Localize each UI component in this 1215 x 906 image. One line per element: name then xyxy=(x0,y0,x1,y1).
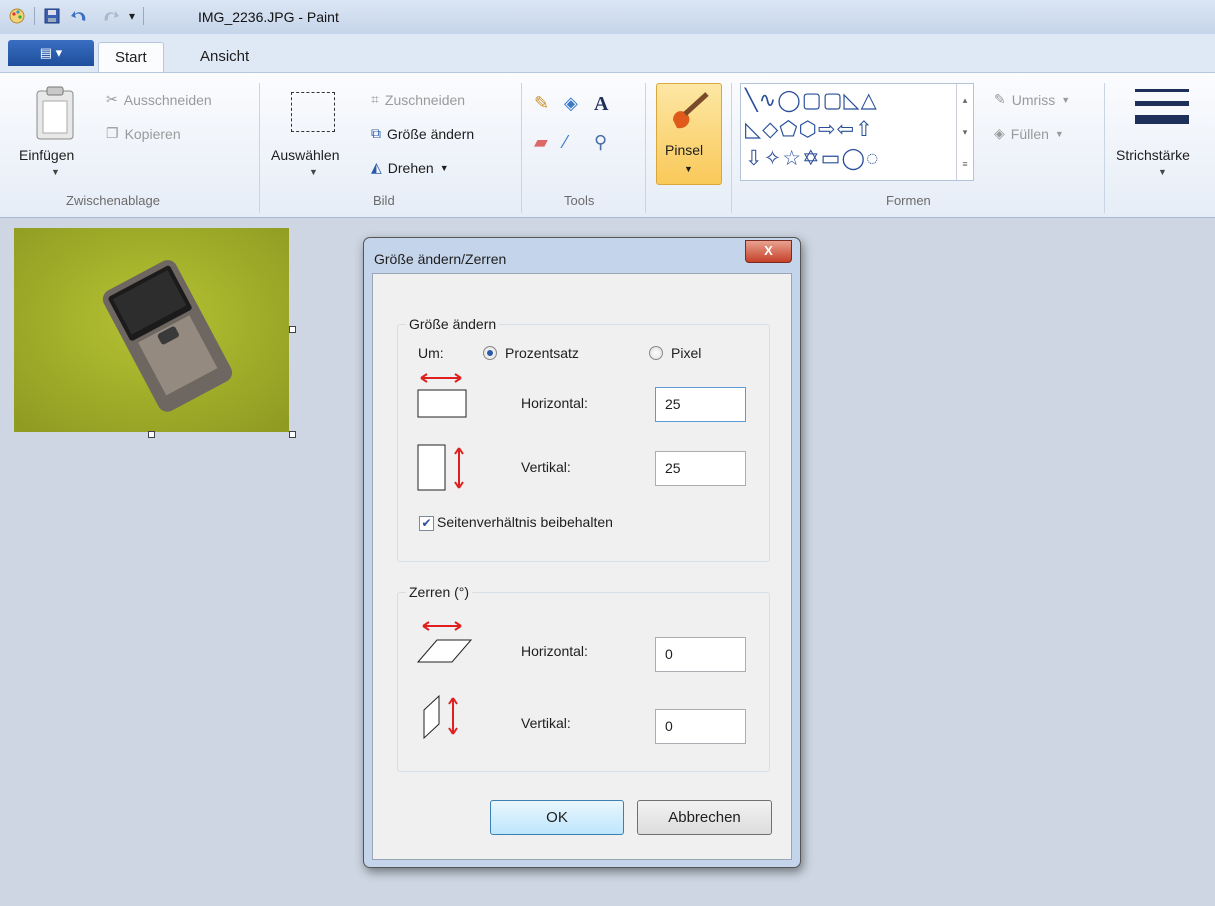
resize-horizontal-label: Horizontal: xyxy=(521,395,588,411)
outline-button[interactable]: ✎ Umriss ▼ xyxy=(994,91,1070,108)
resize-icon: ⧉ xyxy=(371,125,381,141)
resize-handle-bottom[interactable] xyxy=(148,431,155,438)
crop-icon: ⌗ xyxy=(371,91,379,107)
dialog-title: Größe ändern/Zerren xyxy=(374,251,507,267)
title-bar: ▾ IMG_2236.JPG - Paint xyxy=(0,0,1215,35)
quick-access-toolbar: ▾ xyxy=(8,7,152,25)
redo-icon[interactable] xyxy=(99,7,121,25)
group-divider xyxy=(521,83,522,213)
resize-vertical-input[interactable]: 25 xyxy=(655,451,746,486)
pencil-icon[interactable]: ✎ xyxy=(534,93,564,116)
canvas-image[interactable] xyxy=(14,228,289,432)
resize-horizontal-input[interactable]: 25 xyxy=(655,387,746,422)
outline-pen-icon: ✎ xyxy=(994,91,1006,107)
resize-skew-dialog: Größe ändern/Zerren X Größe ändern Um: P… xyxy=(363,237,801,868)
stroke-dropdown-icon[interactable]: ▼ xyxy=(1158,167,1167,177)
shape-row: ⇩✧☆✡▭◯◌ xyxy=(745,147,880,170)
app-menu-button[interactable]: ▤ ▾ xyxy=(8,40,94,66)
qat-separator xyxy=(143,7,145,25)
shapes-gallery[interactable]: ╲∿◯▢▢◺△ ◺◇⬠⬡⇨⇦⇧ ⇩✧☆✡▭◯◌ ▴ ▾ ≡ xyxy=(740,83,974,181)
group-divider xyxy=(259,83,260,213)
fill-button[interactable]: ◈ Füllen ▼ xyxy=(994,125,1064,142)
resize-button[interactable]: ⧉ Größe ändern xyxy=(371,125,474,142)
horizontal-skew-icon xyxy=(417,621,473,663)
clipboard-icon xyxy=(36,86,74,140)
dialog-body: Größe ändern Um: Prozentsatz Pixel Horiz… xyxy=(372,273,792,860)
save-icon[interactable] xyxy=(43,7,61,25)
group-label-shapes: Formen xyxy=(886,193,931,208)
vertical-skew-icon xyxy=(423,694,458,740)
skew-vertical-label: Vertikal: xyxy=(521,715,571,731)
pixel-label[interactable]: Pixel xyxy=(671,345,701,361)
group-label-tools: Tools xyxy=(564,193,595,208)
pixel-radio[interactable] xyxy=(649,346,663,360)
keep-ratio-checkbox[interactable]: ✔ xyxy=(419,516,434,531)
shapes-scrollbar[interactable]: ▴ ▾ ≡ xyxy=(956,84,973,180)
shape-row: ◺◇⬠⬡⇨⇦⇧ xyxy=(745,118,874,141)
cut-button[interactable]: ✂ Ausschneiden xyxy=(106,91,212,108)
brush-dropdown-icon: ▼ xyxy=(684,164,693,174)
ok-button[interactable]: OK xyxy=(490,800,624,835)
shape-row: ╲∿◯▢▢◺△ xyxy=(745,89,878,112)
close-button[interactable]: X xyxy=(745,240,792,263)
tab-start[interactable]: Start xyxy=(98,42,164,73)
group-label-image: Bild xyxy=(373,193,395,208)
window-title: IMG_2236.JPG - Paint xyxy=(198,9,339,25)
percent-radio[interactable] xyxy=(483,346,497,360)
select-icon xyxy=(291,92,335,132)
percent-label[interactable]: Prozentsatz xyxy=(505,345,579,361)
fill-icon: ◈ xyxy=(994,125,1005,141)
paste-dropdown-icon[interactable]: ▼ xyxy=(51,167,60,177)
brush-button[interactable]: Pinsel ▼ xyxy=(656,83,722,185)
tab-ansicht[interactable]: Ansicht xyxy=(184,42,265,72)
skew-horizontal-input[interactable]: 0 xyxy=(655,637,746,672)
rotate-icon: ◭ xyxy=(371,159,382,175)
fill-bucket-icon[interactable]: ◈ xyxy=(564,93,594,116)
undo-icon[interactable] xyxy=(69,7,91,25)
scissors-icon: ✂ xyxy=(106,91,118,107)
skew-horizontal-label: Horizontal: xyxy=(521,643,588,659)
vertical-resize-icon xyxy=(417,444,464,491)
copy-button[interactable]: ❐ Kopieren xyxy=(106,125,181,142)
resize-vertical-label: Vertikal: xyxy=(521,459,571,475)
tools-grid: ✎ ◈ A ▰ ⁄ ⚲ xyxy=(534,93,624,153)
group-label-clipboard: Zwischenablage xyxy=(66,193,160,208)
horizontal-resize-icon xyxy=(417,373,467,418)
paint-app-icon[interactable] xyxy=(8,7,26,25)
group-divider xyxy=(731,83,732,213)
resize-handle-corner[interactable] xyxy=(289,431,296,438)
select-button[interactable]: Auswählen xyxy=(271,147,340,163)
group-divider xyxy=(645,83,646,213)
rotate-dropdown-icon: ▼ xyxy=(439,162,449,173)
cancel-button[interactable]: Abbrechen xyxy=(637,800,772,835)
skew-vertical-input[interactable]: 0 xyxy=(655,709,746,744)
stroke-size-button[interactable]: Strichstärke xyxy=(1116,147,1190,163)
skew-group-legend: Zerren (°) xyxy=(409,584,470,600)
ribbon-tab-bar: ▤ ▾ Start Ansicht xyxy=(0,34,1215,73)
select-dropdown-icon[interactable]: ▼ xyxy=(309,167,318,177)
stroke-size-icon xyxy=(1135,89,1189,124)
group-divider xyxy=(1104,83,1105,213)
color-picker-icon[interactable]: ⁄ xyxy=(564,132,594,153)
paste-button[interactable]: Einfügen xyxy=(19,147,74,163)
phone-photo xyxy=(14,228,289,432)
copy-icon: ❐ xyxy=(106,125,119,141)
qat-separator xyxy=(34,7,35,25)
resize-group-legend: Größe ändern xyxy=(409,316,497,332)
text-tool-icon[interactable]: A xyxy=(594,93,624,116)
by-label: Um: xyxy=(418,345,444,361)
rotate-button[interactable]: ◭ Drehen ▼ xyxy=(371,159,449,176)
customize-qat-icon[interactable]: ▾ xyxy=(129,9,135,23)
brush-icon xyxy=(673,92,709,129)
resize-handle-right[interactable] xyxy=(289,326,296,333)
ribbon: Einfügen ▼ ✂ Ausschneiden ❐ Kopieren Zwisc… xyxy=(0,72,1215,218)
eraser-icon[interactable]: ▰ xyxy=(534,132,564,153)
crop-button[interactable]: ⌗ Zuschneiden xyxy=(371,91,465,108)
keep-ratio-label[interactable]: Seitenverhältnis beibehalten xyxy=(437,514,613,530)
magnifier-icon[interactable]: ⚲ xyxy=(594,132,624,153)
